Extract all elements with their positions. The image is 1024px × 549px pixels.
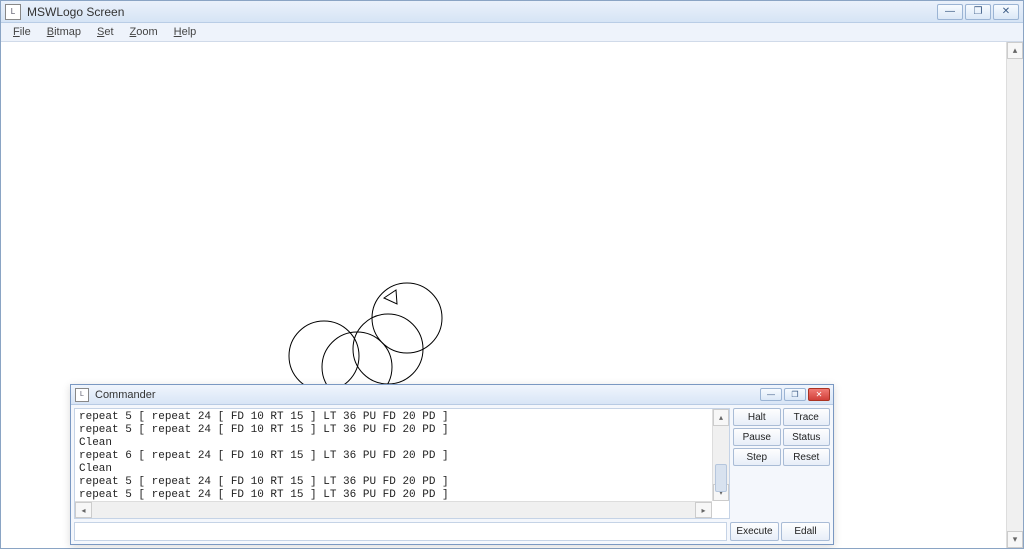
menu-bitmap[interactable]: Bitmap — [39, 24, 89, 40]
commander-window[interactable]: L Commander — ❐ ✕ repeat 5 [ repeat 24 [… — [70, 384, 834, 545]
scroll-thumb[interactable] — [715, 464, 727, 492]
commander-title: Commander — [93, 389, 760, 401]
commander-titlebar[interactable]: L Commander — ❐ ✕ — [71, 385, 833, 405]
scroll-down-icon[interactable]: ▾ — [1007, 531, 1023, 548]
reset-button[interactable]: Reset — [783, 448, 831, 466]
menu-zoom[interactable]: Zoom — [122, 24, 166, 40]
scroll-up-icon[interactable]: ▴ — [1007, 42, 1023, 59]
commander-icon: L — [75, 388, 89, 402]
pause-button[interactable]: Pause — [733, 428, 781, 446]
execute-buttons: Execute Edall — [730, 522, 830, 541]
scroll-up-icon[interactable]: ▴ — [713, 409, 729, 426]
maximize-button[interactable]: ❐ — [965, 4, 991, 20]
commander-minimize-button[interactable]: — — [760, 388, 782, 401]
commander-body: repeat 5 [ repeat 24 [ FD 10 RT 15 ] LT … — [71, 405, 833, 522]
turtle-drawing — [1, 42, 1001, 422]
scroll-track[interactable] — [92, 502, 695, 518]
window-title: MSWLogo Screen — [25, 5, 937, 19]
commander-side-buttons: Halt Trace Pause Status Step Reset — [733, 405, 833, 522]
history-horizontal-scrollbar[interactable]: ◂ ▸ — [75, 501, 712, 518]
commander-input-row: Execute Edall — [71, 522, 833, 544]
history-vertical-scrollbar[interactable]: ▴ ▾ — [712, 409, 729, 501]
trace-button[interactable]: Trace — [783, 408, 831, 426]
titlebar[interactable]: L MSWLogo Screen — ❐ ✕ — [1, 1, 1023, 23]
app-icon: L — [5, 4, 21, 20]
menu-file[interactable]: File — [5, 24, 39, 40]
status-button[interactable]: Status — [783, 428, 831, 446]
commander-window-controls: — ❐ ✕ — [760, 388, 830, 401]
command-input[interactable] — [74, 522, 727, 541]
window-controls: — ❐ ✕ — [937, 4, 1019, 20]
halt-button[interactable]: Halt — [733, 408, 781, 426]
execute-button[interactable]: Execute — [730, 522, 779, 541]
menu-set[interactable]: Set — [89, 24, 122, 40]
commander-maximize-button[interactable]: ❐ — [784, 388, 806, 401]
scroll-right-icon[interactable]: ▸ — [695, 502, 712, 518]
canvas-vertical-scrollbar[interactable]: ▴ ▾ — [1006, 42, 1023, 548]
minimize-button[interactable]: — — [937, 4, 963, 20]
commander-close-button[interactable]: ✕ — [808, 388, 830, 401]
close-button[interactable]: ✕ — [993, 4, 1019, 20]
scroll-track[interactable] — [1007, 59, 1023, 531]
menu-help[interactable]: Help — [166, 24, 205, 40]
history-panel: repeat 5 [ repeat 24 [ FD 10 RT 15 ] LT … — [74, 408, 730, 519]
menubar: File Bitmap Set Zoom Help — [1, 23, 1023, 42]
edall-button[interactable]: Edall — [781, 522, 830, 541]
step-button[interactable]: Step — [733, 448, 781, 466]
scroll-left-icon[interactable]: ◂ — [75, 502, 92, 518]
